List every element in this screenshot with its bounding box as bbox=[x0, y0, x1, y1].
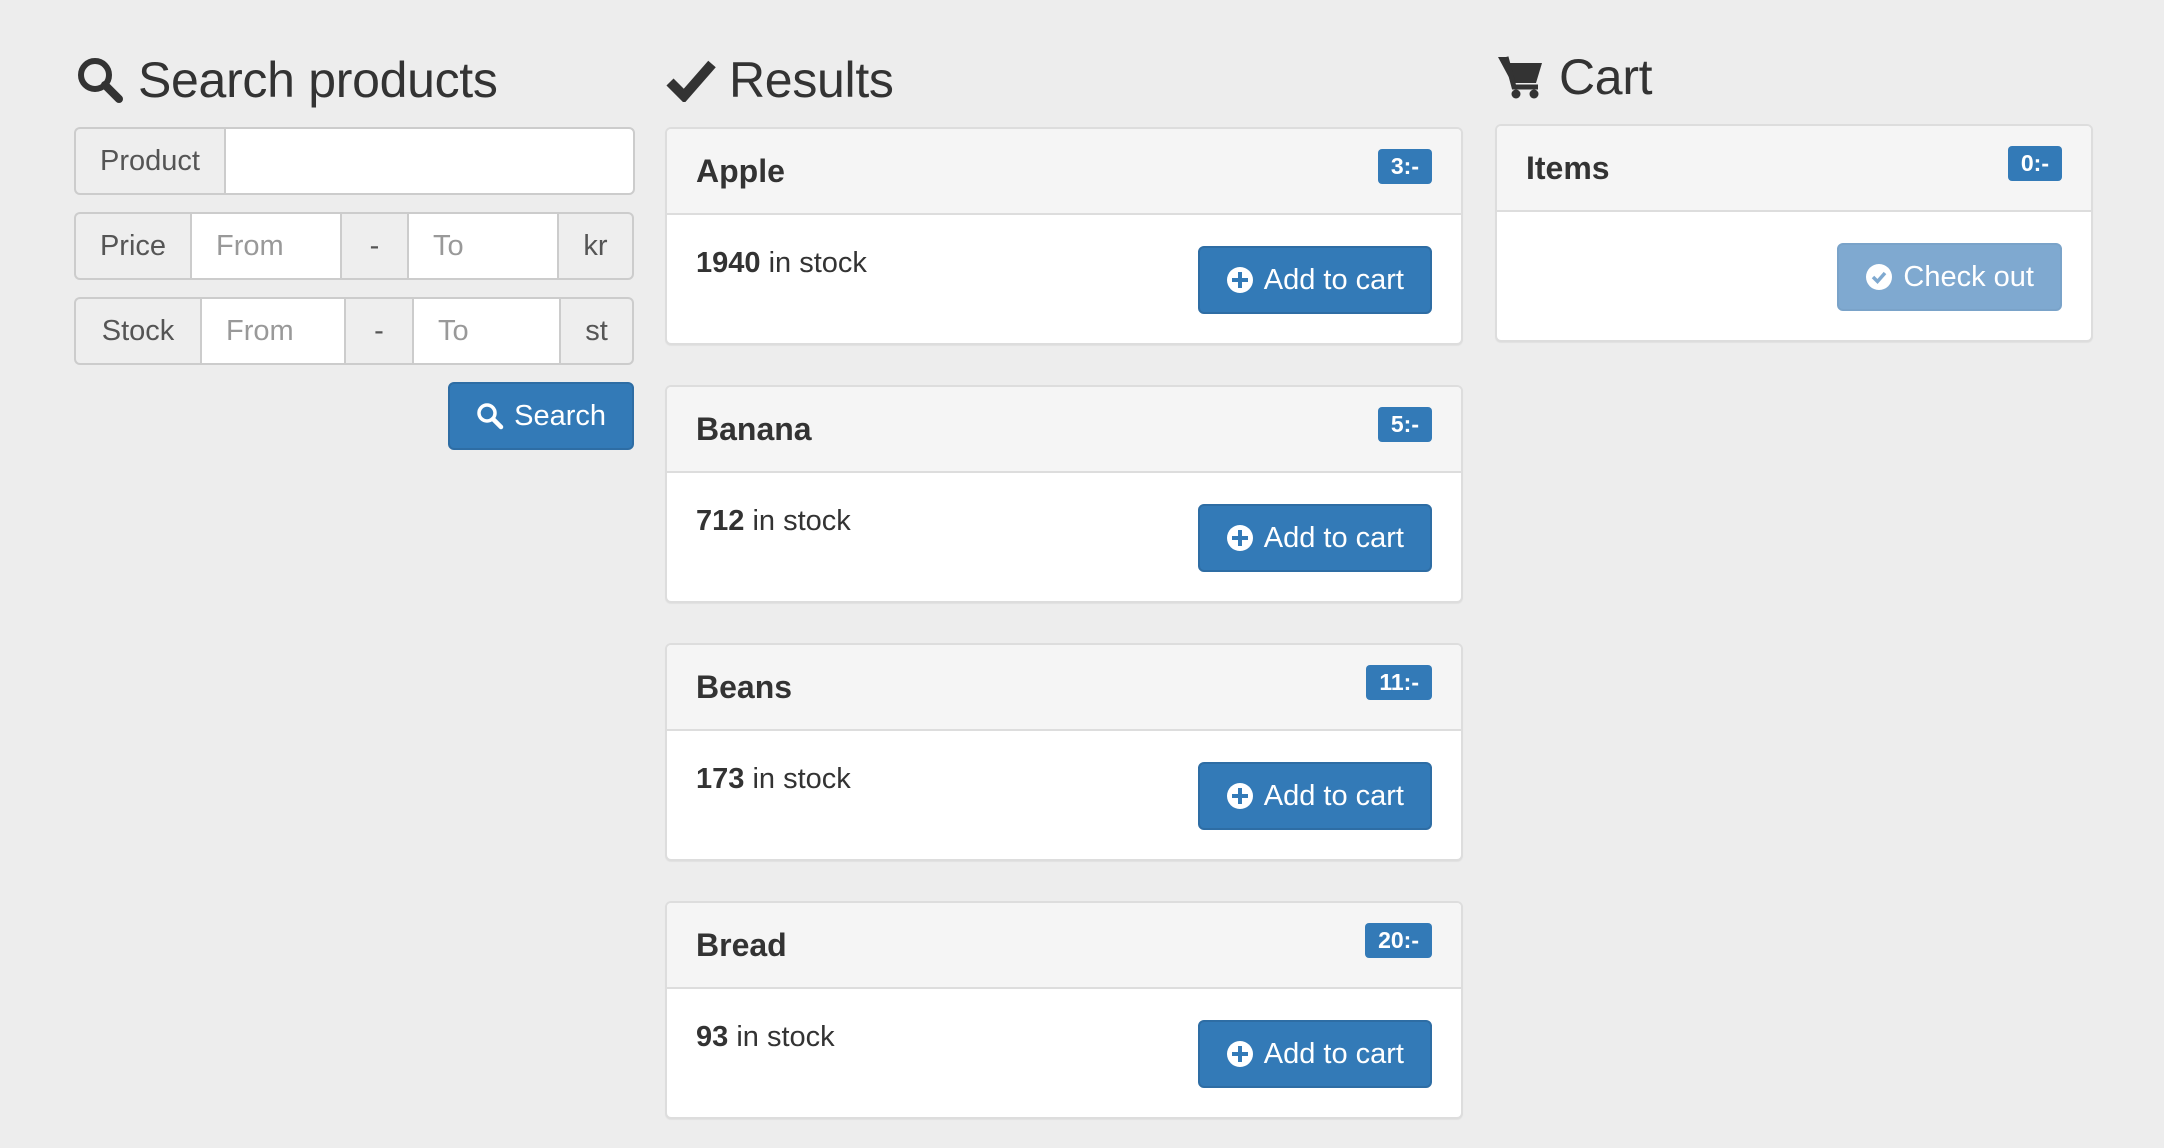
search-heading: Search products bbox=[74, 45, 634, 115]
plus-circle-icon bbox=[1226, 524, 1254, 552]
stock-to-input[interactable] bbox=[412, 297, 561, 365]
add-to-cart-label: Add to cart bbox=[1263, 1037, 1404, 1070]
stock-separator: - bbox=[346, 297, 412, 365]
add-to-cart-label: Add to cart bbox=[1263, 521, 1404, 554]
results-heading: Results bbox=[665, 45, 1463, 115]
add-to-cart-label: Add to cart bbox=[1263, 263, 1404, 296]
search-icon bbox=[74, 54, 126, 106]
checkout-label: Check out bbox=[1903, 260, 2034, 293]
add-to-cart-button[interactable]: Add to cart bbox=[1197, 762, 1432, 830]
page: Search products Product Price - kr Stock… bbox=[0, 0, 2164, 1148]
product-card-body: 93 in stock Add to cart bbox=[667, 989, 1461, 1117]
cart-items-label: Items bbox=[1526, 149, 1610, 186]
product-name: Bread bbox=[696, 926, 787, 963]
add-to-cart-button[interactable]: Add to cart bbox=[1197, 246, 1432, 314]
product-card-header: Beans 11:- bbox=[667, 645, 1461, 731]
search-title: Search products bbox=[138, 52, 498, 108]
product-card-body: 712 in stock Add to cart bbox=[667, 473, 1461, 601]
price-badge: 11:- bbox=[1366, 664, 1432, 700]
search-button-row: Search bbox=[74, 382, 634, 450]
stock-from-input[interactable] bbox=[200, 297, 346, 365]
product-card: Banana 5:- 712 in stock Add to cart bbox=[665, 385, 1463, 603]
product-label: Product bbox=[74, 127, 224, 195]
product-input-group: Product bbox=[74, 127, 635, 195]
stock-suffix: in stock bbox=[768, 247, 867, 279]
plus-circle-icon bbox=[1226, 782, 1254, 810]
stock-info: 93 in stock bbox=[696, 1021, 835, 1054]
price-badge: 20:- bbox=[1365, 922, 1432, 958]
stock-label: Stock bbox=[74, 297, 200, 365]
product-card-body: 1940 in stock Add to cart bbox=[667, 215, 1461, 343]
search-panel: Search products Product Price - kr Stock… bbox=[74, 0, 635, 450]
check-circle-icon bbox=[1865, 263, 1893, 291]
cart-card-body: Check out bbox=[1497, 212, 2091, 340]
search-icon bbox=[476, 402, 504, 430]
product-input[interactable] bbox=[223, 127, 635, 195]
plus-circle-icon bbox=[1226, 1040, 1254, 1068]
add-to-cart-label: Add to cart bbox=[1263, 779, 1404, 812]
stock-count: 712 bbox=[696, 505, 745, 537]
stock-unit: st bbox=[561, 297, 634, 365]
results-panel: Results Apple 3:- 1940 in stock Add to c… bbox=[665, 0, 1463, 1148]
stock-suffix: in stock bbox=[736, 1021, 835, 1053]
search-button[interactable]: Search bbox=[448, 382, 634, 450]
product-card-header: Apple 3:- bbox=[667, 129, 1461, 215]
price-input-group: Price - kr bbox=[74, 212, 634, 280]
stock-count: 1940 bbox=[696, 247, 761, 279]
product-card-header: Banana 5:- bbox=[667, 387, 1461, 473]
price-separator: - bbox=[342, 212, 407, 280]
product-card: Apple 3:- 1940 in stock Add to cart bbox=[665, 127, 1463, 345]
product-card: Bread 20:- 93 in stock Add to cart bbox=[665, 901, 1463, 1119]
cart-card-header: Items 0:- bbox=[1497, 126, 2091, 212]
product-name: Beans bbox=[696, 668, 793, 705]
cart-panel: Cart Items 0:- Check out bbox=[1495, 0, 2093, 382]
plus-circle-icon bbox=[1226, 266, 1254, 294]
price-label: Price bbox=[74, 212, 190, 280]
stock-suffix: in stock bbox=[752, 505, 851, 537]
shopping-cart-icon bbox=[1495, 51, 1547, 103]
stock-input-group: Stock - st bbox=[74, 297, 634, 365]
cart-heading: Cart bbox=[1495, 42, 2093, 112]
cart-total-badge: 0:- bbox=[2007, 145, 2062, 181]
stock-info: 173 in stock bbox=[696, 763, 851, 796]
add-to-cart-button[interactable]: Add to cart bbox=[1197, 504, 1432, 572]
results-title: Results bbox=[729, 52, 894, 108]
price-from-input[interactable] bbox=[190, 212, 342, 280]
product-name: Apple bbox=[696, 152, 785, 189]
search-button-label: Search bbox=[514, 399, 606, 432]
product-card-body: 173 in stock Add to cart bbox=[667, 731, 1461, 859]
stock-suffix: in stock bbox=[752, 763, 851, 795]
cart-card: Items 0:- Check out bbox=[1495, 124, 2093, 342]
price-badge: 5:- bbox=[1377, 406, 1432, 442]
stock-count: 173 bbox=[696, 763, 745, 795]
product-card-header: Bread 20:- bbox=[667, 903, 1461, 989]
product-name: Banana bbox=[696, 410, 812, 447]
cart-title: Cart bbox=[1559, 49, 1653, 105]
price-to-input[interactable] bbox=[407, 212, 559, 280]
price-unit: kr bbox=[559, 212, 634, 280]
product-card: Beans 11:- 173 in stock Add to cart bbox=[665, 643, 1463, 861]
stock-info: 712 in stock bbox=[696, 505, 851, 538]
checkmark-icon bbox=[665, 54, 717, 106]
checkout-button[interactable]: Check out bbox=[1837, 243, 2062, 311]
price-badge: 3:- bbox=[1377, 148, 1432, 184]
stock-info: 1940 in stock bbox=[696, 247, 867, 280]
add-to-cart-button[interactable]: Add to cart bbox=[1197, 1020, 1432, 1088]
stock-count: 93 bbox=[696, 1021, 729, 1053]
